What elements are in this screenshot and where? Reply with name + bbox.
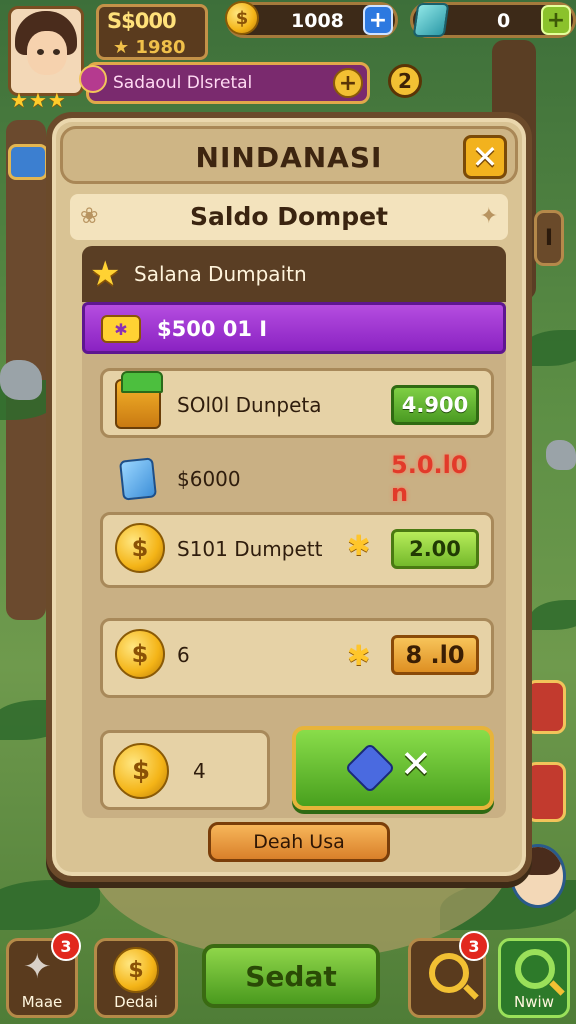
shop-button[interactable] [526,762,566,822]
avatar-face [27,31,67,75]
add-button[interactable]: + [333,68,363,98]
nav-item-left[interactable]: ✦ 3 Maae [6,931,81,1018]
item-label: 6 [177,643,190,667]
side-menu-button[interactable]: I [534,210,564,266]
subtitle-band: ❀ Saldo Dompet ✦ [70,194,508,240]
item-value: 5.0.l0 n [391,451,468,507]
notification-badge: 3 [51,931,81,961]
coin-counter: $ 1008 + [225,1,398,38]
player-rating-stars: ★ ★ ★ [10,88,66,112]
coin-icon: $ [115,523,165,573]
coin-value: 1008 [291,10,344,32]
item-label: S101 Dumpett [177,537,323,561]
nav-label: Nwiw [514,993,554,1011]
ticket-icon: ✱ [101,315,141,343]
gem-icon [344,742,396,794]
dialog-title: NINDANASI [195,141,383,174]
rock [546,440,576,470]
coin-card[interactable]: $ 4 [100,730,270,810]
nav-item-coins[interactable]: $ Dedai [94,938,178,1018]
highlight-row[interactable]: ✱ $500 01 I [82,302,506,354]
guild-badge-icon [79,65,107,93]
money-counter: S$000 ★ 1980 [96,4,208,60]
item-label: $6000 [177,467,241,491]
close-button[interactable]: ✕ [463,135,507,179]
star-icon: ★ [47,88,66,112]
gem-icon [412,3,450,37]
magnifier-icon [515,949,555,989]
coin-icon: $ [113,947,159,993]
nav-item-search[interactable]: 3 [408,931,489,1018]
card-icon [119,457,157,501]
add-gems-button[interactable]: + [541,5,571,35]
highlight-row-label: $500 01 I [157,317,268,341]
item-value-button[interactable]: 4.900 [391,385,479,425]
leaf-decoration-icon: ✦ [479,204,498,229]
wallet-dialog: NINDANASI ✕ ❀ Saldo Dompet ✦ ★ Salana Du… [46,112,532,882]
wallet-list: ★ Salana Dumpaitn ✱ $500 01 I SOl0l Dunp… [82,246,506,818]
dialog-header: NINDANASI ✕ [60,126,518,184]
nav-label: Dedai [114,993,158,1011]
star-icon: ★ [10,88,28,112]
star-icon: ★ [90,254,121,294]
money-top-value: S$000 [107,9,177,33]
coin-icon: $ [225,1,259,35]
star-icon: ★ [113,37,130,58]
rock [0,360,42,400]
money-bottom-value: ★ 1980 [113,37,186,58]
nav-center-button[interactable]: Sedat [202,944,380,1008]
money-bottom-number: 1980 [135,37,186,58]
player-name: Sadaoul Dlsretal [113,73,253,93]
list-item[interactable]: $ S101 Dumpett ✱ 2.00 [100,512,494,588]
sparkle-icon: ✱ [347,529,371,562]
avatar-eye [37,49,44,55]
player-avatar[interactable] [8,6,84,96]
level-badge: 2 [388,64,422,98]
bottom-action-button[interactable]: Deah Usa [208,822,390,862]
list-item[interactable]: $ 6 ✱ 8 .l0 [100,618,494,698]
gem-counter: 0 + [410,2,576,38]
gem-value: 0 [497,10,511,32]
item-value-button[interactable]: 8 .l0 [391,635,479,675]
nav-label: Maae [21,993,63,1011]
sword-icon: ✦ [23,947,52,987]
coin-icon: $ [113,743,169,799]
leaf [0,880,100,930]
item-value-button[interactable]: 2.00 [391,529,479,569]
add-coins-button[interactable]: + [363,5,393,35]
leaf [530,600,576,630]
star-icon: ★ [28,88,47,112]
list-item[interactable]: SOl0l Dunpeta 4.900 [100,368,494,438]
gift-box-icon [115,371,163,429]
list-item: $6000 5.0.l0 n [100,442,494,512]
list-header-label: Salana Dumpaitn [134,262,307,286]
confirm-button[interactable]: ✕ [292,726,494,810]
dialog-subtitle: Saldo Dompet [190,202,388,231]
player-name-bar[interactable]: Sadaoul Dlsretal + [79,62,370,104]
event-button[interactable] [526,680,566,734]
item-label: SOl0l Dunpeta [177,393,322,417]
sparkle-icon: ✱ [347,639,371,672]
map-button[interactable] [8,144,48,180]
avatar-eye [53,49,60,55]
notification-badge: 3 [459,931,489,961]
coin-icon: $ [115,629,165,679]
cross-icon: ✕ [400,742,432,786]
list-header: ★ Salana Dumpaitn [82,246,506,302]
coin-card-value: 4 [193,759,206,783]
magnifier-icon [429,953,469,993]
nav-item-far-right[interactable]: Nwiw [498,938,570,1018]
